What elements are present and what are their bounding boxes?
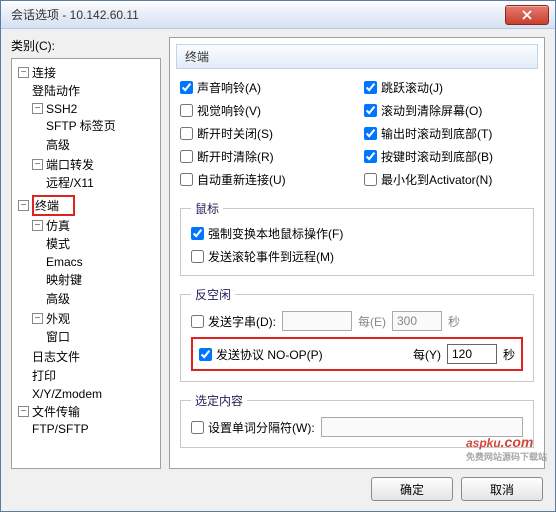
- chk-clear-disconn[interactable]: 断开时清除(R): [180, 148, 350, 165]
- category-label: 类别(C):: [11, 37, 161, 54]
- collapse-icon[interactable]: −: [32, 103, 43, 114]
- chk-close-disconn[interactable]: 断开时关闭(S): [180, 125, 350, 142]
- word-delim-input: [321, 417, 523, 437]
- dialog-window: 会话选项 - 10.142.60.11 类别(C): −连接 登陆动作 −SSH…: [0, 0, 556, 512]
- mouse-group: 鼠标 强制变换本地鼠标操作(F) 发送滚轮事件到远程(M): [180, 200, 534, 276]
- chk-min-activator[interactable]: 最小化到Activator(N): [364, 171, 534, 188]
- noop-highlight: 发送协议 NO-OP(P) 每(Y) 秒: [191, 337, 523, 371]
- chk-scroll-output[interactable]: 输出时滚动到底部(T): [364, 125, 534, 142]
- close-icon: [522, 10, 532, 20]
- collapse-icon[interactable]: −: [32, 220, 43, 231]
- tree-sftp-tab[interactable]: SFTP 标签页: [46, 119, 116, 133]
- tree-file-transfer[interactable]: 文件传输: [32, 405, 80, 419]
- collapse-icon[interactable]: −: [32, 313, 43, 324]
- tree-login[interactable]: 登陆动作: [32, 84, 80, 98]
- tree-advanced[interactable]: 高级: [46, 292, 70, 306]
- tree-port-fwd[interactable]: 端口转发: [46, 158, 94, 172]
- antiidle-group: 反空闲 发送字串(D): 每(E) 秒 发送协议 NO-OP(P) 每(Y) 秒: [180, 286, 534, 382]
- every-y-input[interactable]: [447, 344, 497, 364]
- tree-appearance[interactable]: 外观: [46, 312, 70, 326]
- chk-auto-reconn[interactable]: 自动重新连接(U): [180, 171, 350, 188]
- every-e-input: [392, 311, 442, 331]
- collapse-icon[interactable]: −: [18, 406, 29, 417]
- tree-xyz[interactable]: X/Y/Zmodem: [32, 386, 102, 400]
- ok-button[interactable]: 确定: [371, 477, 453, 501]
- mouse-legend: 鼠标: [191, 200, 223, 217]
- close-button[interactable]: [505, 5, 549, 25]
- tree-map-keys[interactable]: 映射键: [46, 273, 82, 287]
- settings-panel: 终端 声音响铃(A) 跳跃滚动(J) 视觉响铃(V) 滚动到清除屏幕(O) 断开…: [169, 37, 545, 469]
- chk-scroll-clear[interactable]: 滚动到清除屏幕(O): [364, 102, 534, 119]
- unit-sec: 秒: [503, 346, 515, 363]
- chk-visual-bell[interactable]: 视觉响铃(V): [180, 102, 350, 119]
- tree-mode[interactable]: 模式: [46, 237, 70, 251]
- every-y-label: 每(Y): [413, 346, 441, 363]
- tree-conn[interactable]: 连接: [32, 66, 56, 80]
- chk-force-local-mouse[interactable]: 强制变换本地鼠标操作(F): [191, 225, 523, 242]
- tree-terminal[interactable]: 终端: [35, 199, 59, 213]
- antiidle-legend: 反空闲: [191, 286, 235, 303]
- collapse-icon[interactable]: −: [32, 159, 43, 170]
- window-title: 会话选项 - 10.142.60.11: [11, 6, 505, 23]
- chk-audio-bell[interactable]: 声音响铃(A): [180, 79, 350, 96]
- chk-scroll-key[interactable]: 按键时滚动到底部(B): [364, 148, 534, 165]
- chk-word-delim[interactable]: 设置单词分隔符(W):: [191, 419, 315, 436]
- collapse-icon[interactable]: −: [18, 67, 29, 78]
- chk-send-wheel[interactable]: 发送滚轮事件到远程(M): [191, 248, 523, 265]
- tree-remote-x11[interactable]: 远程/X11: [46, 176, 94, 190]
- panel-header: 终端: [176, 44, 538, 69]
- titlebar: 会话选项 - 10.142.60.11: [1, 1, 555, 29]
- tree-advanced[interactable]: 高级: [46, 138, 70, 152]
- collapse-icon[interactable]: −: [18, 200, 29, 211]
- chk-send-noop[interactable]: 发送协议 NO-OP(P): [199, 346, 323, 363]
- tree-print[interactable]: 打印: [32, 369, 56, 383]
- selection-legend: 选定内容: [191, 392, 247, 409]
- chk-send-string[interactable]: 发送字串(D):: [191, 313, 276, 330]
- tree-ssh2[interactable]: SSH2: [46, 102, 77, 116]
- unit-sec: 秒: [448, 313, 460, 330]
- category-tree[interactable]: −连接 登陆动作 −SSH2 SFTP 标签页 高级 −端口转发: [11, 58, 161, 469]
- send-string-input: [282, 311, 352, 331]
- chk-jump-scroll[interactable]: 跳跃滚动(J): [364, 79, 534, 96]
- selection-group: 选定内容 设置单词分隔符(W):: [180, 392, 534, 448]
- tree-ftp-sftp[interactable]: FTP/SFTP: [32, 422, 89, 436]
- tree-window[interactable]: 窗口: [46, 330, 70, 344]
- tree-emulation[interactable]: 仿真: [46, 219, 70, 233]
- cancel-button[interactable]: 取消: [461, 477, 543, 501]
- tree-emacs[interactable]: Emacs: [46, 255, 83, 269]
- tree-log[interactable]: 日志文件: [32, 350, 80, 364]
- every-e-label: 每(E): [358, 313, 386, 330]
